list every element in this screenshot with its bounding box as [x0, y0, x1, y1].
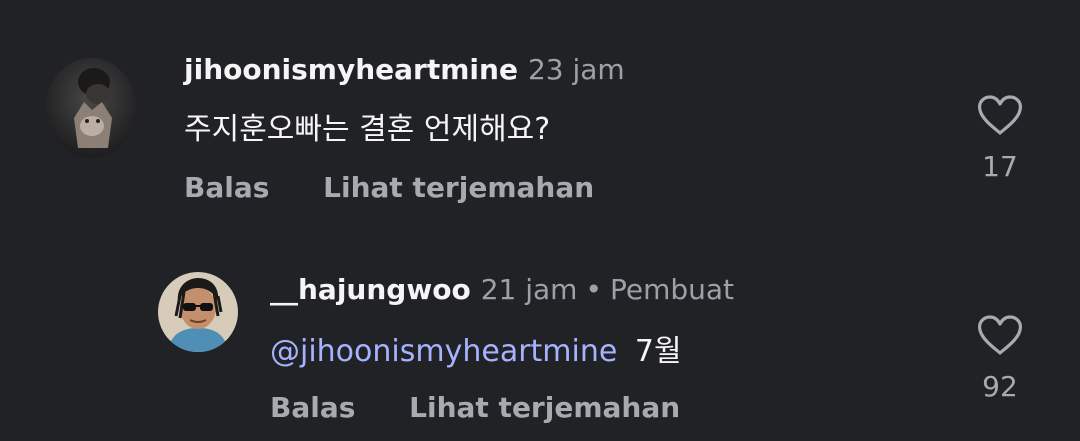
mention-link[interactable]: @jihoonismyheartmine: [270, 334, 617, 369]
username[interactable]: jihoonismyheartmine: [184, 53, 518, 86]
comment-header: jihoonismyheartmine 23 jam: [184, 52, 625, 88]
reply-button[interactable]: Balas: [270, 391, 355, 424]
reply-message: 7월: [634, 334, 682, 369]
username[interactable]: __hajungwoo: [270, 273, 471, 306]
reply-item: __hajungwoo 21 jam • Pembuat @jihoonismyhea…: [0, 220, 1080, 441]
creator-badge: Pembuat: [609, 273, 734, 306]
timestamp: 23 jam: [527, 53, 625, 86]
separator-dot: •: [585, 273, 602, 306]
like-count: 92: [982, 370, 1018, 403]
avatar[interactable]: [46, 58, 136, 158]
comment-text: 주지훈오빠는 결혼 언제해요?: [184, 112, 551, 147]
reply-button[interactable]: Balas: [184, 171, 269, 204]
user-photo-icon: [46, 58, 136, 158]
like-count: 17: [982, 150, 1018, 183]
comment-item: jihoonismyheartmine 23 jam 주지훈오빠는 결혼 언제해요…: [0, 0, 1080, 220]
heart-outline-icon: [978, 315, 1022, 355]
reply-header: __hajungwoo 21 jam • Pembuat: [270, 272, 734, 308]
see-translation-button[interactable]: Lihat terjemahan: [409, 391, 680, 424]
reply-text: @jihoonismyheartmine 7월: [270, 332, 682, 372]
comment-actions: Balas Lihat terjemahan: [184, 170, 594, 206]
user-photo-icon: [158, 272, 238, 352]
avatar[interactable]: [158, 272, 238, 352]
see-translation-button[interactable]: Lihat terjemahan: [323, 171, 594, 204]
like-button[interactable]: 17: [970, 94, 1030, 184]
heart-outline-icon: [978, 95, 1022, 135]
reply-actions: Balas Lihat terjemahan: [270, 390, 680, 426]
like-button[interactable]: 92: [970, 314, 1030, 404]
timestamp: 21 jam: [480, 273, 578, 306]
